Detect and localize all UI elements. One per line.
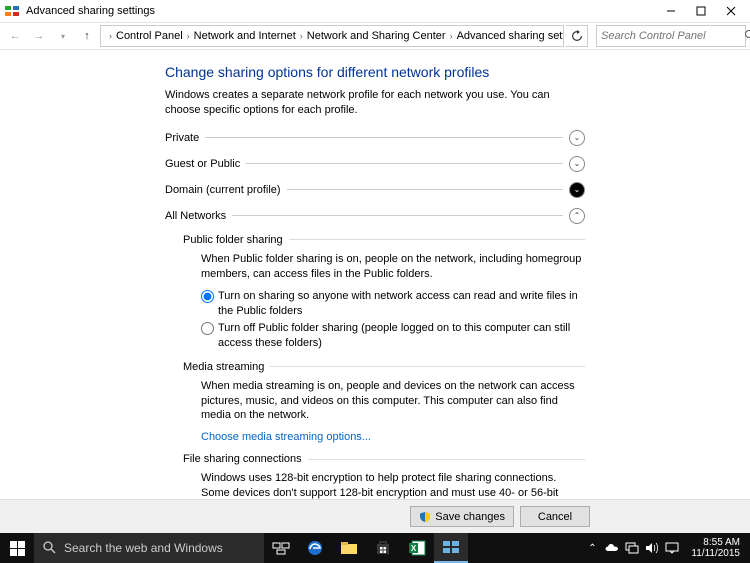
radio-input[interactable]: [201, 322, 214, 335]
media-streaming: Media streaming When media streaming is …: [183, 361, 585, 444]
clock-time: 8:55 AM: [691, 537, 740, 548]
section-label: Private: [165, 132, 199, 144]
subsection-heading: Media streaming: [183, 361, 264, 373]
public-folder-sharing: Public folder sharing When Public folder…: [183, 234, 585, 351]
section-private[interactable]: Private ⌄: [165, 130, 585, 146]
tray-notifications-icon[interactable]: [665, 542, 679, 554]
cancel-button[interactable]: Cancel: [520, 506, 590, 527]
subsection-heading: Public folder sharing: [183, 234, 283, 246]
subsection-desc: When Public folder sharing is on, people…: [201, 252, 585, 282]
section-all-networks[interactable]: All Networks ⌃: [165, 208, 585, 224]
search-icon: [42, 540, 56, 557]
taskbar: Search the web and Windows X ⌃: [0, 533, 750, 563]
section-label: All Networks: [165, 210, 226, 222]
tray-onedrive-icon[interactable]: [605, 543, 619, 553]
media-streaming-link[interactable]: Choose media streaming options...: [201, 431, 585, 443]
forward-button[interactable]: →: [28, 25, 50, 47]
breadcrumb-item[interactable]: Advanced sharing settings: [457, 30, 564, 42]
button-label: Cancel: [538, 511, 572, 523]
radio-public-sharing-on[interactable]: Turn on sharing so anyone with network a…: [201, 289, 585, 319]
collapse-button[interactable]: ⌃: [569, 208, 585, 224]
expand-button[interactable]: ⌄: [569, 130, 585, 146]
task-edge[interactable]: [298, 533, 332, 563]
shield-icon: [419, 511, 431, 523]
start-button[interactable]: [0, 533, 34, 563]
back-button[interactable]: ←: [4, 25, 26, 47]
breadcrumb[interactable]: › Control Panel › Network and Internet ›…: [100, 25, 564, 47]
section-domain[interactable]: Domain (current profile) ⌄: [165, 182, 585, 198]
radio-label: Turn off Public folder sharing (people l…: [218, 321, 585, 351]
system-tray: ⌃ 8:55 AM 11/11/2015: [585, 533, 750, 563]
search-icon[interactable]: [744, 29, 750, 44]
subsection-desc: When media streaming is on, people and d…: [201, 379, 585, 424]
divider: [205, 137, 563, 138]
section-label: Domain (current profile): [165, 184, 281, 196]
button-label: Save changes: [435, 511, 505, 523]
content-area: Change sharing options for different net…: [0, 50, 750, 530]
up-button[interactable]: ↑: [76, 25, 98, 47]
page-title: Change sharing options for different net…: [165, 64, 585, 80]
maximize-button[interactable]: [686, 1, 716, 21]
radio-label: Turn on sharing so anyone with network a…: [218, 289, 585, 319]
minimize-button[interactable]: [656, 1, 686, 21]
taskbar-search-placeholder: Search the web and Windows: [64, 541, 223, 555]
tray-overflow[interactable]: ⌃: [585, 543, 599, 554]
section-guest[interactable]: Guest or Public ⌄: [165, 156, 585, 172]
breadcrumb-item[interactable]: Control Panel: [116, 30, 183, 42]
page-description: Windows creates a separate network profi…: [165, 88, 585, 118]
section-label: Guest or Public: [165, 158, 240, 170]
recent-dropdown[interactable]: ▾: [52, 25, 74, 47]
chevron-right-icon: ›: [109, 31, 112, 41]
subsection-heading: File sharing connections: [183, 453, 302, 465]
tray-volume-icon[interactable]: [645, 542, 659, 554]
task-explorer[interactable]: [332, 533, 366, 563]
svg-text:X: X: [411, 544, 417, 553]
chevron-right-icon: ›: [300, 31, 303, 41]
search-input[interactable]: [601, 30, 744, 42]
divider: [270, 366, 585, 367]
divider: [289, 239, 585, 240]
chevron-right-icon: ›: [187, 31, 190, 41]
expand-button[interactable]: ⌄: [569, 182, 585, 198]
close-button[interactable]: [716, 1, 746, 21]
titlebar: Advanced sharing settings: [0, 0, 750, 22]
window-title: Advanced sharing settings: [26, 5, 656, 17]
save-button[interactable]: Save changes: [410, 506, 514, 527]
divider: [308, 459, 585, 460]
task-view-button[interactable]: [264, 533, 298, 563]
radio-public-sharing-off[interactable]: Turn off Public folder sharing (people l…: [201, 321, 585, 351]
breadcrumb-item[interactable]: Network and Sharing Center: [307, 30, 446, 42]
divider: [232, 215, 563, 216]
footer: Save changes Cancel: [0, 499, 750, 533]
clock-date: 11/11/2015: [691, 548, 740, 559]
chevron-right-icon: ›: [450, 31, 453, 41]
refresh-button[interactable]: [566, 25, 588, 47]
divider: [287, 189, 563, 190]
taskbar-clock[interactable]: 8:55 AM 11/11/2015: [685, 537, 746, 559]
expand-button[interactable]: ⌄: [569, 156, 585, 172]
navbar: ← → ▾ ↑ › Control Panel › Network and In…: [0, 22, 750, 50]
task-excel[interactable]: X: [400, 533, 434, 563]
task-store[interactable]: [366, 533, 400, 563]
divider: [246, 163, 563, 164]
taskbar-items: X: [264, 533, 468, 563]
control-panel-icon: [4, 3, 20, 19]
radio-input[interactable]: [201, 290, 214, 303]
tray-network-icon[interactable]: [625, 542, 639, 554]
breadcrumb-item[interactable]: Network and Internet: [194, 30, 296, 42]
task-control-panel[interactable]: [434, 533, 468, 563]
taskbar-search[interactable]: Search the web and Windows: [34, 533, 264, 563]
search-box[interactable]: [596, 25, 746, 47]
